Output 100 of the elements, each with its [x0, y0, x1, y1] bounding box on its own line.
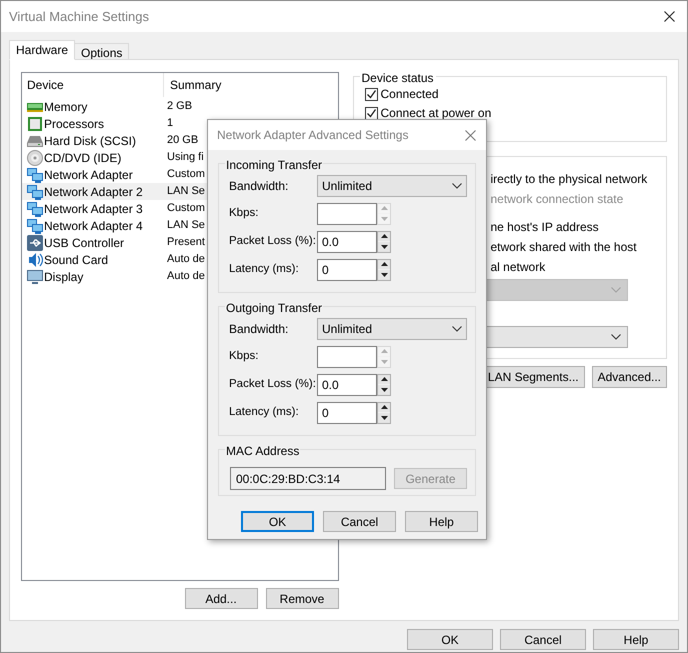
chevron-down-icon — [610, 287, 620, 293]
up-triangle-icon — [380, 349, 388, 354]
spin-down-button[interactable] — [378, 270, 390, 280]
chevron-down-icon — [610, 334, 620, 340]
button[interactable]: OK — [407, 629, 493, 650]
device-summary: Using fi — [167, 150, 204, 166]
spin-up-button[interactable] — [378, 374, 390, 384]
tab[interactable]: Hardware — [9, 40, 76, 60]
device-summary: 2 GB — [167, 99, 192, 114]
spin-down-button[interactable] — [378, 413, 390, 422]
button[interactable]: Remove — [266, 588, 338, 609]
device-name: Network Adapter — [44, 166, 133, 184]
device-name: USB Controller — [44, 234, 124, 252]
field-value: 0 — [322, 404, 329, 422]
device-summary: Custom — [167, 167, 205, 182]
option-label: al network — [490, 259, 546, 276]
up-triangle-icon — [380, 262, 388, 266]
option-label: irectly to the physical network — [490, 171, 648, 188]
device-summary: Custom — [167, 201, 205, 216]
number-field[interactable]: 0.0 — [317, 230, 377, 252]
button[interactable]: Help — [405, 511, 478, 532]
processor-icon — [27, 116, 43, 132]
button[interactable]: Add... — [184, 588, 258, 609]
button[interactable]: OK — [241, 511, 314, 532]
spin-down-button[interactable] — [378, 385, 390, 394]
close-icon[interactable] — [664, 11, 675, 22]
device-name: Network Adapter 3 — [44, 200, 143, 218]
down-triangle-icon — [380, 272, 388, 277]
device-summary: 20 GB — [167, 133, 198, 148]
down-triangle-icon — [380, 416, 388, 420]
usb-icon — [27, 234, 43, 250]
checkbox-label: Connect at power on — [380, 105, 492, 122]
up-triangle-icon — [380, 234, 388, 238]
field-value: 0.0 — [322, 234, 339, 250]
tab[interactable]: Options — [74, 43, 130, 60]
device-summary: 1 — [167, 116, 174, 132]
field-label: Bandwidth: — [229, 321, 290, 338]
speaker-icon — [27, 252, 43, 268]
bandwidth-dropdown[interactable]: Unlimited — [317, 318, 467, 340]
dropdown-value: Unlimited — [322, 321, 372, 338]
device-summary: LAN Se — [167, 184, 205, 200]
column-header[interactable]: Device — [22, 73, 164, 97]
up-triangle-icon — [380, 377, 388, 382]
device-name: Display — [44, 268, 84, 286]
number-field[interactable]: 0 — [317, 402, 377, 424]
device-summary: Auto de — [167, 269, 205, 284]
field-label: Packet Loss (%): — [229, 376, 317, 392]
down-triangle-icon — [380, 244, 388, 249]
mac-address-field[interactable]: 00:0C:29:BD:C3:14 — [230, 467, 386, 490]
device-name: Network Adapter 2 — [44, 184, 143, 200]
button[interactable]: Cancel — [323, 511, 396, 532]
device-name: Hard Disk (SCSI) — [44, 132, 136, 150]
down-triangle-icon — [380, 360, 388, 364]
field-value: 0.0 — [322, 376, 339, 394]
number-field[interactable]: 0.0 — [317, 374, 377, 396]
spin-up-button[interactable] — [378, 232, 390, 241]
option-label: ne host's IP address — [490, 219, 599, 236]
network-computers-icon — [27, 166, 43, 182]
field-label: Kbps: — [229, 348, 260, 364]
button[interactable]: Cancel — [500, 629, 586, 650]
spin-up-button[interactable] — [378, 402, 390, 412]
window-title: Virtual Machine Settings — [9, 8, 149, 26]
option-label: network connection state — [490, 191, 624, 208]
column-header[interactable]: Summary — [164, 76, 222, 94]
device-summary: Present — [167, 235, 205, 250]
monitor-icon — [27, 268, 43, 284]
disc-icon — [27, 150, 43, 166]
spin-up-button[interactable] — [378, 260, 390, 269]
device-name: CD/DVD (IDE) — [44, 150, 122, 166]
field-label: Kbps: — [229, 206, 260, 221]
option-label: etwork shared with the host — [490, 239, 637, 256]
down-triangle-icon — [380, 216, 388, 221]
device-name: Processors — [44, 116, 104, 132]
field-label: Packet Loss (%): — [229, 234, 317, 249]
down-triangle-icon — [380, 388, 388, 392]
chevron-down-icon — [452, 183, 462, 189]
field-label: Latency (ms): — [229, 404, 300, 420]
checkbox[interactable] — [364, 106, 378, 120]
device-name: Network Adapter 4 — [44, 218, 143, 234]
network-computers-icon — [27, 184, 43, 200]
field-label: Latency (ms): — [229, 262, 300, 277]
device-summary: LAN Se — [167, 218, 205, 234]
device-name: Memory — [44, 98, 88, 116]
up-triangle-icon — [380, 405, 388, 410]
dialog-title: Network Adapter Advanced Settings — [217, 127, 408, 144]
checkbox[interactable] — [364, 88, 378, 100]
number-field[interactable]: 0 — [317, 258, 377, 280]
field-value: 0 — [322, 262, 329, 278]
button[interactable]: Advanced... — [592, 366, 667, 388]
bandwidth-dropdown[interactable]: Unlimited — [317, 175, 467, 197]
spin-down-button[interactable] — [378, 242, 390, 252]
chevron-down-icon — [452, 326, 462, 332]
device-summary: Auto de — [167, 252, 205, 268]
up-triangle-icon — [380, 206, 388, 210]
checkbox-label: Connected — [380, 86, 439, 103]
button[interactable]: Help — [593, 629, 679, 650]
network-computers-icon — [27, 218, 43, 234]
device-row[interactable]: Memory 2 GB — [22, 98, 338, 115]
device-name: Sound Card — [44, 252, 108, 268]
network-computers-icon — [27, 200, 43, 216]
